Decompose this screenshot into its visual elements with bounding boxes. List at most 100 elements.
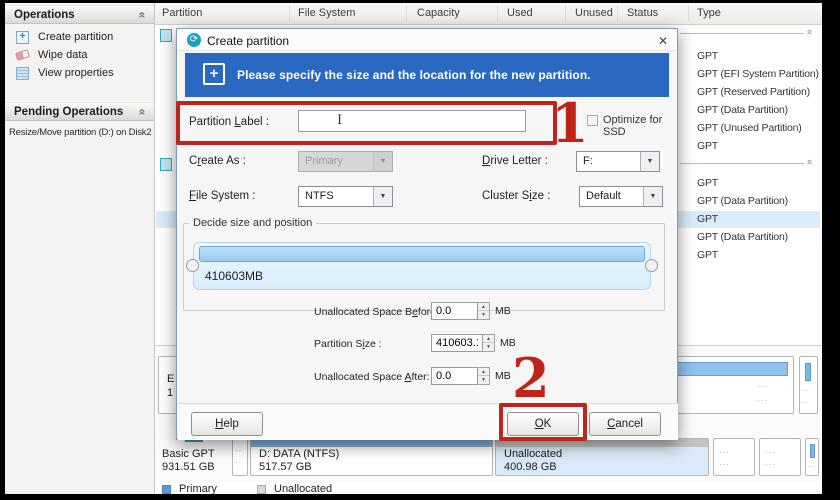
type-cell[interactable]: GPT (Data Partition) bbox=[697, 193, 788, 209]
frame-border-left bbox=[0, 0, 5, 500]
space-before-spinner[interactable]: ▲ ▼ bbox=[478, 302, 490, 320]
cancel-button[interactable]: Cancel bbox=[589, 412, 661, 436]
space-after-input[interactable] bbox=[431, 367, 478, 385]
space-after-spinner[interactable]: ▲ ▼ bbox=[478, 367, 490, 385]
truncated-text-dots: ··· bbox=[719, 449, 730, 457]
pending-operation-item[interactable]: Resize/Move partition (D:) on Disk2 bbox=[5, 127, 154, 138]
sidebar: Operations « + Create partition Wipe dat… bbox=[5, 3, 155, 494]
spin-up-icon[interactable]: ▲ bbox=[483, 335, 494, 343]
truncated-text-dots: ··· bbox=[765, 449, 776, 457]
annotation-number-1: 1 bbox=[551, 96, 589, 150]
column-separator bbox=[497, 6, 498, 22]
space-after-unit: MB bbox=[495, 370, 511, 382]
truncated-text-dots: ··· bbox=[719, 461, 730, 469]
space-before-input[interactable] bbox=[431, 302, 478, 320]
chevron-down-icon[interactable]: ▼ bbox=[640, 152, 659, 171]
column-header-status[interactable]: Status bbox=[627, 7, 658, 19]
space-before-unit: MB bbox=[495, 305, 511, 317]
partition-size: 400.98 GB bbox=[504, 461, 557, 473]
collapse-chevron-icon[interactable]: « bbox=[137, 11, 149, 18]
truncated-text-dots: ··· bbox=[757, 397, 768, 405]
new-partition-plus-icon: + bbox=[203, 63, 225, 85]
frame-border-bottom bbox=[0, 494, 840, 500]
truncated-text-dots: ·· bbox=[802, 399, 809, 407]
help-button[interactable]: Help bbox=[191, 412, 263, 436]
truncated-text-dots: ·· bbox=[235, 459, 242, 467]
sidebar-item-create-partition[interactable]: + Create partition bbox=[5, 28, 154, 46]
type-cell[interactable]: GPT (Reserved Partition) bbox=[697, 84, 810, 100]
column-header-used[interactable]: Used bbox=[507, 7, 533, 19]
file-system-value: NTFS bbox=[305, 190, 334, 202]
disk1-small-partition-block[interactable]: ·· ·· bbox=[799, 356, 818, 414]
file-system-select[interactable]: NTFS ▼ bbox=[298, 186, 393, 207]
partition-row-icon bbox=[160, 29, 172, 42]
type-cell[interactable]: GPT (Data Partition) bbox=[697, 102, 788, 118]
spin-down-icon[interactable]: ▼ bbox=[483, 343, 494, 351]
column-header-file-system[interactable]: File System bbox=[298, 7, 355, 19]
pending-operations-title: Pending Operations bbox=[14, 106, 123, 118]
sidebar-item-wipe-data[interactable]: Wipe data bbox=[5, 46, 154, 64]
disk2-tiny-partition-block[interactable]: ·· ·· bbox=[232, 438, 248, 476]
group-collapse-chevron-icon[interactable]: « bbox=[804, 159, 814, 165]
optimize-ssd-label: Optimize for SSD bbox=[603, 114, 677, 138]
close-icon[interactable]: ✕ bbox=[653, 32, 673, 50]
partition-size-input[interactable] bbox=[431, 334, 483, 352]
chevron-down-icon[interactable]: ▼ bbox=[643, 187, 662, 206]
group-collapse-chevron-icon[interactable]: « bbox=[804, 29, 814, 35]
annotation-number-2: 2 bbox=[512, 351, 550, 405]
spin-up-icon[interactable]: ▲ bbox=[478, 368, 489, 376]
truncated-text-dots: ·· bbox=[802, 387, 809, 395]
cluster-size-select[interactable]: Default ▼ bbox=[579, 186, 663, 207]
disk2-small-partition-block[interactable]: ··· ··· bbox=[713, 438, 755, 476]
column-header-partition[interactable]: Partition bbox=[162, 7, 202, 19]
disk1-label-line2: 1 bbox=[167, 387, 173, 399]
type-cell[interactable]: GPT bbox=[697, 48, 718, 64]
dialog-title: Create partition bbox=[207, 34, 289, 48]
disk2-small-partition-block[interactable]: ·· bbox=[805, 438, 819, 476]
space-after-label: Unallocated Space After: bbox=[314, 371, 430, 383]
partition-size-label: Partition Size : bbox=[314, 338, 382, 350]
column-header-unused[interactable]: Unused bbox=[575, 7, 613, 19]
slider-left-handle[interactable] bbox=[186, 259, 199, 272]
sidebar-item-view-properties[interactable]: View properties bbox=[5, 64, 154, 82]
truncated-text-dots: ·· bbox=[235, 447, 242, 455]
type-cell[interactable]: GPT (Data Partition) bbox=[697, 229, 788, 245]
type-cell[interactable]: GPT (EFI System Partition) bbox=[697, 66, 819, 82]
cluster-size-label: Cluster Size : bbox=[482, 190, 550, 202]
partition-fill-bar bbox=[810, 444, 815, 458]
collapse-chevron-icon[interactable]: « bbox=[137, 108, 149, 115]
column-separator bbox=[565, 6, 566, 22]
type-cell[interactable]: GPT (Unused Partition) bbox=[697, 120, 802, 136]
partition-size-spinner[interactable]: ▲ ▼ bbox=[483, 334, 495, 352]
truncated-text-dots: ··· bbox=[765, 461, 776, 469]
create-as-value: Primary bbox=[305, 155, 343, 167]
type-cell[interactable]: GPT bbox=[697, 211, 718, 227]
partition-row-icon bbox=[160, 158, 172, 171]
column-header-capacity[interactable]: Capacity bbox=[417, 7, 460, 19]
chevron-down-icon[interactable]: ▼ bbox=[373, 187, 392, 206]
size-slider-fill[interactable] bbox=[199, 246, 645, 262]
spin-up-icon[interactable]: ▲ bbox=[478, 303, 489, 311]
disk2-small-partition-block[interactable]: ··· ··· bbox=[759, 438, 801, 476]
operations-panel-header: Operations « bbox=[5, 5, 154, 24]
app-logo-icon: ⟳ bbox=[187, 33, 201, 47]
disk2-unallocated-block[interactable]: Unallocated 400.98 GB bbox=[495, 438, 709, 476]
type-cell[interactable]: GPT bbox=[697, 138, 718, 154]
optimize-ssd-checkbox[interactable] bbox=[587, 115, 598, 126]
drive-letter-select[interactable]: F: ▼ bbox=[576, 151, 660, 172]
slider-right-handle[interactable] bbox=[645, 259, 658, 272]
column-header-type[interactable]: Type bbox=[697, 7, 721, 19]
disk2-label-line2: 931.51 GB bbox=[162, 461, 215, 473]
spin-down-icon[interactable]: ▼ bbox=[478, 311, 489, 319]
column-separator bbox=[406, 6, 407, 22]
type-cell[interactable]: GPT bbox=[697, 175, 718, 191]
partition-table-header bbox=[155, 3, 822, 25]
type-cell[interactable]: GPT bbox=[697, 247, 718, 263]
screenshot-stage: Operations « + Create partition Wipe dat… bbox=[0, 0, 840, 500]
disk2-partition-d-block[interactable]: D: DATA (NTFS) 517.57 GB bbox=[250, 438, 493, 476]
frame-border-right bbox=[822, 0, 840, 500]
create-as-select: Primary ▼ bbox=[298, 151, 393, 172]
spin-down-icon[interactable]: ▼ bbox=[478, 376, 489, 384]
cluster-size-value: Default bbox=[586, 190, 621, 202]
sidebar-item-label: Wipe data bbox=[38, 49, 88, 61]
